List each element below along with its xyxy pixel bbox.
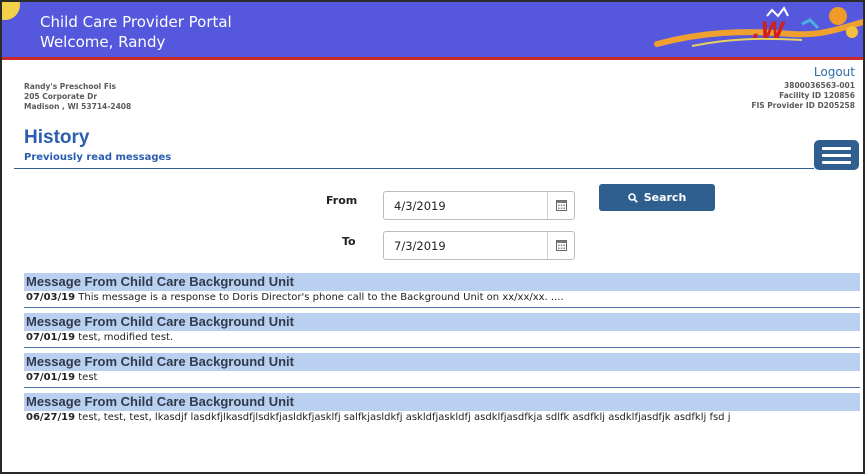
from-date-field[interactable]: 4/3/2019 bbox=[383, 191, 575, 220]
title-divider bbox=[14, 168, 814, 169]
message-body: 07/01/19 test, modified test. bbox=[24, 331, 860, 348]
search-icon bbox=[627, 192, 638, 203]
menu-bar-icon bbox=[822, 153, 851, 157]
message-date: 07/03/19 bbox=[26, 292, 76, 303]
facility-name: Randy's Preschool Fis bbox=[24, 82, 116, 91]
facility-address-line1: 205 Corporate Dr bbox=[24, 92, 98, 101]
welcome-text: Welcome, Randy bbox=[40, 33, 166, 51]
banner-text: Child Care Provider Portal Welcome, Rand… bbox=[40, 12, 232, 52]
message-body: 06/27/19 test, test, test, lkasdjf lasdk… bbox=[24, 411, 860, 427]
facility-id: Facility ID 120856 bbox=[779, 91, 855, 100]
to-date-field[interactable]: 7/3/2019 bbox=[383, 231, 575, 260]
to-label: To bbox=[342, 235, 356, 248]
message-text: test, test, test, lkasdjf lasdkfjlkasdfj… bbox=[75, 412, 731, 423]
message-text: test bbox=[75, 372, 98, 383]
banner-artwork-icon: .W bbox=[654, 6, 863, 47]
message-date: 07/01/19 bbox=[26, 332, 76, 343]
facility-address: Randy's Preschool Fis 205 Corporate Dr M… bbox=[24, 82, 131, 112]
message-text: test, modified test. bbox=[75, 332, 174, 343]
from-date-value: 4/3/2019 bbox=[394, 199, 446, 213]
message-item[interactable]: Message From Child Care Background Unit … bbox=[24, 393, 860, 427]
portal-title: Child Care Provider Portal bbox=[40, 13, 232, 31]
account-number: 3800036563-001 bbox=[784, 81, 855, 90]
search-button[interactable]: Search bbox=[599, 184, 715, 211]
menu-button[interactable] bbox=[814, 140, 859, 170]
message-title[interactable]: Message From Child Care Background Unit bbox=[24, 393, 860, 411]
logout-link[interactable]: Logout bbox=[751, 64, 855, 80]
message-title[interactable]: Message From Child Care Background Unit bbox=[24, 353, 860, 371]
facility-address-line2: Madison , WI 53714-2408 bbox=[24, 102, 132, 111]
portal-banner: Child Care Provider Portal Welcome, Rand… bbox=[2, 2, 863, 60]
menu-bar-icon bbox=[822, 160, 851, 164]
from-label: From bbox=[326, 194, 358, 207]
search-button-label: Search bbox=[643, 191, 687, 204]
message-date: 06/27/19 bbox=[26, 412, 76, 423]
message-date: 07/01/19 bbox=[26, 372, 76, 383]
svg-text:.W: .W bbox=[752, 19, 786, 44]
message-title[interactable]: Message From Child Care Background Unit bbox=[24, 313, 860, 331]
message-text: This message is a response to Doris Dire… bbox=[75, 292, 564, 303]
message-item[interactable]: Message From Child Care Background Unit … bbox=[24, 273, 860, 308]
page-title: History bbox=[24, 127, 90, 148]
to-date-value: 7/3/2019 bbox=[394, 239, 446, 253]
calendar-icon[interactable] bbox=[547, 232, 574, 259]
provider-id: FIS Provider ID D205258 bbox=[751, 101, 855, 110]
message-title[interactable]: Message From Child Care Background Unit bbox=[24, 273, 860, 291]
message-item[interactable]: Message From Child Care Background Unit … bbox=[24, 353, 860, 388]
message-body: 07/01/19 test bbox=[24, 371, 860, 388]
message-list: Message From Child Care Background Unit … bbox=[24, 273, 860, 427]
message-body: 07/03/19 This message is a response to D… bbox=[24, 291, 860, 308]
account-info: Logout 3800036563-001 Facility ID 120856… bbox=[751, 64, 855, 111]
message-item[interactable]: Message From Child Care Background Unit … bbox=[24, 313, 860, 348]
sun-logo-icon bbox=[2, 2, 20, 20]
calendar-icon[interactable] bbox=[547, 192, 574, 219]
menu-bar-icon bbox=[822, 146, 851, 150]
page-subtitle: Previously read messages bbox=[24, 152, 172, 163]
